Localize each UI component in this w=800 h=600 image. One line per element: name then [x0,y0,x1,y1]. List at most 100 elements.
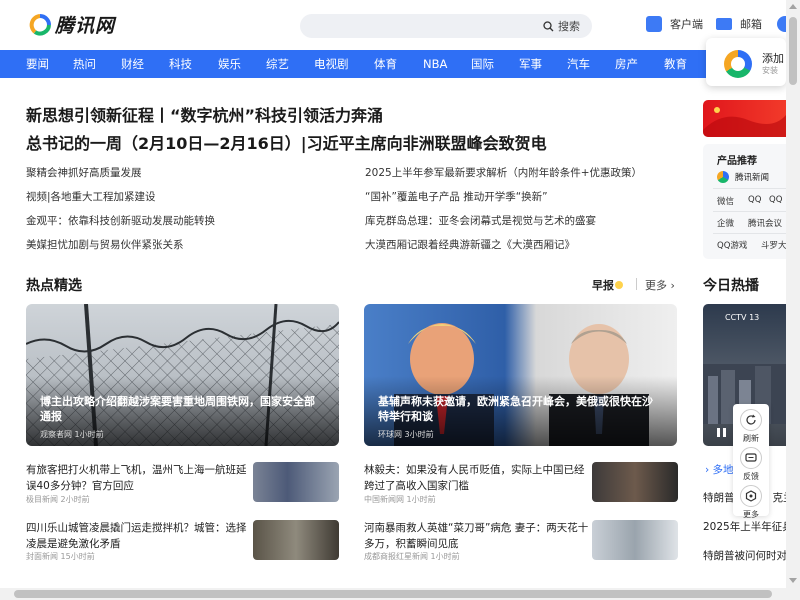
news-link[interactable]: 聚精会神抓好高质量发展 [26,165,142,180]
nav-item[interactable]: 娱乐 [218,50,241,78]
divider [713,233,786,234]
news-link[interactable]: 美媒担忧加剧与贸易伙伴紧张关系 [26,237,184,252]
refresh-icon [740,409,762,431]
product-title: 产品推荐 [717,156,757,167]
nav-item[interactable]: 国际 [471,50,494,78]
card-meta: 环球网 3小时前 [378,430,434,439]
vertical-scrollbar[interactable] [786,0,800,588]
nav-item[interactable]: 汽车 [567,50,590,78]
svg-text:CCTV 13: CCTV 13 [725,313,759,322]
nav-item[interactable]: NBA [423,50,447,78]
scroll-up-icon[interactable] [789,4,797,9]
refresh-label: 刷新 [743,434,759,443]
search-input[interactable]: 搜索 [300,14,592,38]
nav-item[interactable]: 综艺 [266,50,289,78]
news-link[interactable]: 金观平：依靠科技创新驱动发展动能转换 [26,213,215,228]
product-cell[interactable]: QQ游戏 [717,239,747,251]
news-item-title[interactable]: 河南暴雨救人英雄“菜刀哥”病危 妻子：两天花十多万，积蓄瞬间见底 [364,520,589,552]
main-nav: 要闻 热问 财经 科技 娱乐 综艺 电视剧 体育 NBA 国际 军事 汽车 房产… [0,50,786,78]
divider [713,188,786,189]
morning-news-label: 早报 [592,279,614,292]
feedback-label: 反馈 [743,472,759,481]
product-cell[interactable]: QQ [769,195,782,205]
news-item-meta: 极目新闻 2小时前 [26,495,90,504]
tencent-news-icon [724,50,752,78]
product-recommend-panel: 产品推荐 腾讯新闻 微信 QQ QQ 企微 腾讯会议 QQ游戏 斗罗大 [703,144,787,259]
scrollbar-thumb[interactable] [14,590,772,598]
news-thumbnail[interactable] [253,520,339,560]
refresh-button[interactable]: 刷新 [736,409,766,444]
news-item-meta: 成都商报红星新闻 1小时前 [364,552,460,561]
tencent-news-icon [717,171,729,183]
nav-item[interactable]: 热问 [73,50,96,78]
card-meta: 观察者网 1小时前 [40,430,104,439]
today-item-label: 特朗普 [703,492,735,504]
news-thumbnail[interactable] [592,462,678,502]
scrollbar-thumb[interactable] [789,17,797,85]
today-more-link[interactable]: › 多地 [705,462,734,477]
more-tools-button[interactable]: 更多 [736,485,766,520]
product-cell[interactable]: 企微 [717,217,734,229]
news-item-title[interactable]: 有旅客把打火机带上飞机，温州飞上海一航班延误40多分钟？官方回应 [26,462,251,494]
mail-link[interactable]: 邮箱 [716,16,762,32]
product-cell[interactable]: 微信 [717,195,734,207]
site-header: 腾讯网 搜索 客户端 邮箱 [0,0,786,50]
nav-item[interactable]: 军事 [519,50,542,78]
hexagon-icon [740,485,762,507]
client-label: 客户端 [670,18,703,31]
headline-2[interactable]: 总书记的一周（2月10日—2月16日）|习近平主席向非洲联盟峰会致贺电 [26,130,547,154]
nav-item[interactable]: 电视剧 [314,50,349,78]
nav-item[interactable]: 教育 [664,50,687,78]
promo-banner[interactable] [703,100,786,137]
news-link[interactable]: 视频|各地重大工程加紧建设 [26,189,156,204]
product-cell[interactable]: 腾讯会议 [748,217,782,229]
card-caption: 博主出攻略介绍翻越涉案要害重地周围铁网，国家安全部通报 [40,395,315,423]
feedback-icon [740,447,762,469]
hot-picks-title: 热点精选 [26,278,82,294]
news-item-title[interactable]: 四川乐山城管凌晨撬门运走搅拌机？城管：选择凌晨是避免激化矛盾 [26,520,251,552]
product-app-label: 腾讯新闻 [735,173,770,183]
news-card-summit[interactable]: 基辅声称未获邀请，欧洲紧急召开峰会，美俄或很快在沙特举行和谈 环球网 3小时前 [364,304,677,446]
today-item[interactable]: 特朗普被问何时对 [703,548,787,563]
product-cell[interactable]: 斗罗大 [761,239,787,251]
news-thumbnail[interactable] [592,520,678,560]
site-logo[interactable]: 腾讯网 [27,11,115,38]
news-link[interactable]: “国补”覆盖电子产品 推动开学季“换新” [365,189,548,204]
headline-1[interactable]: 新思想引领新征程丨“数字杭州”科技引领活力奔涌 [26,102,383,126]
nav-item[interactable]: 财经 [121,50,144,78]
nav-item[interactable]: 体育 [374,50,397,78]
today-hot-title: 今日热播 [703,278,759,294]
news-link[interactable]: 2025上半年参军最新要求解析（内附年龄条件+优惠政策） [365,165,642,180]
today-item[interactable]: 2025年上半年征兵 [703,519,793,534]
product-tencent-news[interactable]: 腾讯新闻 [717,171,769,183]
mail-label: 邮箱 [740,18,762,31]
news-card-fence[interactable]: 博主出攻略介绍翻越涉案要害重地周围铁网，国家安全部通报 观察者网 1小时前 [26,304,339,446]
popup-title: 添加 [762,52,784,65]
add-app-popup[interactable]: 添加 安装 [706,38,786,86]
more-link[interactable]: 更多 › [645,277,675,293]
search-label: 搜索 [558,20,580,33]
product-cell[interactable]: QQ [748,195,761,205]
news-link[interactable]: 大漠西厢记跟着经典游新疆之《大漠西厢记》 [365,237,575,252]
scroll-down-icon[interactable] [789,578,797,583]
mail-icon [716,18,732,30]
nav-item[interactable]: 科技 [169,50,192,78]
feedback-button[interactable]: 反馈 [736,447,766,482]
news-item-title[interactable]: 林毅夫：如果没有人民币贬值，实际上中国已经跨过了高收入国家门槛 [364,462,589,494]
morning-news-tab[interactable]: 早报 [592,277,623,293]
sun-icon [615,281,623,289]
news-thumbnail[interactable] [253,462,339,502]
tencent-logo-icon [29,13,51,36]
client-link[interactable]: 客户端 [646,16,703,32]
chevron-right-icon: › [705,464,713,476]
horizontal-scrollbar[interactable] [0,588,800,600]
news-item-meta: 封面新闻 15小时前 [26,552,95,561]
nav-item[interactable]: 房产 [615,50,638,78]
divider [713,211,786,212]
nav-item[interactable]: 要闻 [26,50,49,78]
profile-icon[interactable] [777,16,786,32]
search-button[interactable]: 搜索 [543,18,580,34]
chevron-right-icon: › [670,279,675,292]
divider [636,278,637,290]
news-link[interactable]: 库克群岛总理：亚冬会闭幕式是视觉与艺术的盛宴 [365,213,596,228]
